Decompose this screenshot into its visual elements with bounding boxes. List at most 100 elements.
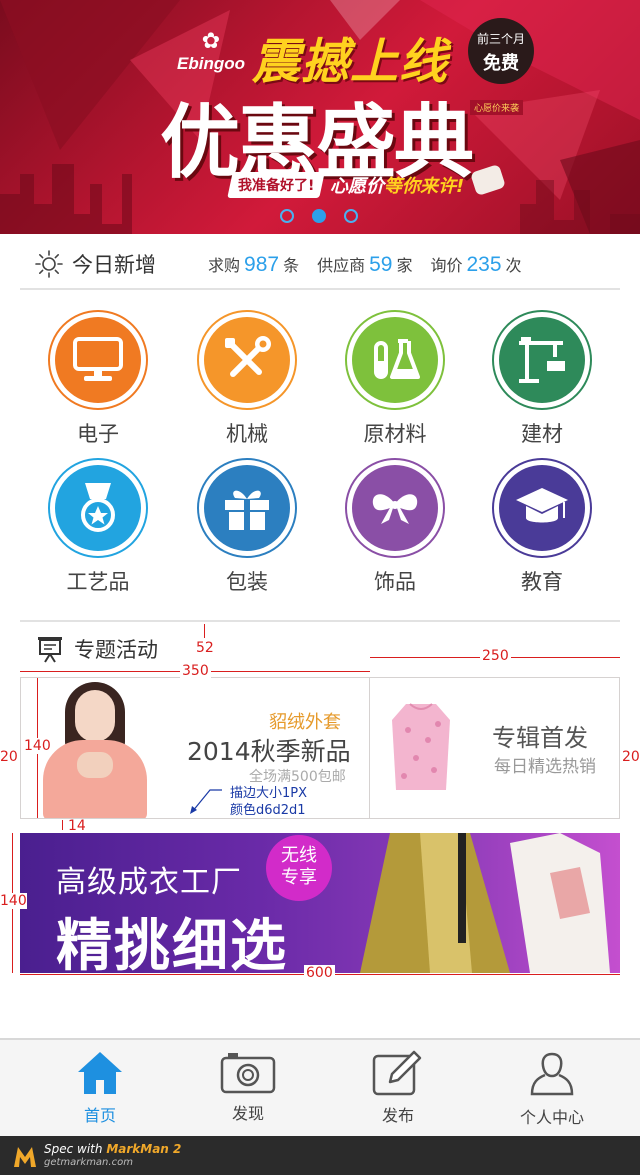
banner2-line2: 精挑细选 <box>56 914 288 973</box>
markman-logo-icon <box>14 1146 36 1167</box>
promo-card-right[interactable]: 专辑首发 每日精选热销 <box>370 677 620 819</box>
topic-header: 专题活动 <box>36 634 158 664</box>
badge-line2: 免费 <box>483 53 519 74</box>
stat-purchase[interactable]: 求购 987 条 <box>208 252 299 277</box>
tab-publish[interactable]: 发布 <box>343 1050 453 1126</box>
category-circle <box>204 317 290 403</box>
tab-label: 发现 <box>231 1104 264 1123</box>
stat-label: 询价 <box>430 255 463 275</box>
promo-banner[interactable]: ✿ Ebingoo 震撼上线 优惠盛典 前三个月 免费 心愿价来袭 我准备好了!… <box>0 0 640 234</box>
annotation-label: 20 <box>622 749 640 765</box>
bow-icon <box>372 494 418 524</box>
category-circle <box>55 317 141 403</box>
markman-credit: Spec with MarkMan 2 getmarkman.com <box>44 1142 181 1170</box>
card-subtitle: 全场满500包邮 <box>249 769 346 785</box>
model-hand <box>77 752 113 778</box>
ebingoo-logo[interactable]: ✿ Ebingoo <box>176 30 246 74</box>
category-ring <box>48 310 148 410</box>
annotation-label: 600 <box>304 965 335 981</box>
edit-icon <box>372 1050 422 1096</box>
sun-icon <box>35 250 63 278</box>
tab-profile[interactable]: 个人中心 <box>497 1050 607 1128</box>
annotation-label: 140 <box>24 738 51 754</box>
category-education[interactable]: 教育 <box>482 458 602 596</box>
stat-value: 987 <box>244 252 280 276</box>
model-face <box>75 690 115 742</box>
medal-icon <box>81 483 115 532</box>
factory-banner[interactable]: 高级成衣工厂 精挑细选 无线 专享 <box>20 833 620 973</box>
user-icon <box>530 1052 574 1096</box>
badge2-line2: 专享 <box>281 867 317 888</box>
category-circle <box>352 465 438 551</box>
card-title: 2014秋季新品 <box>187 737 351 766</box>
category-circle <box>499 317 585 403</box>
wrench-screwdriver-icon <box>225 336 271 377</box>
annotation-label: 140 <box>0 893 27 909</box>
tab-discover[interactable]: 发现 <box>193 1050 303 1124</box>
category-label: 电子 <box>77 422 119 446</box>
category-accessories[interactable]: 饰品 <box>335 458 455 596</box>
tab-home[interactable]: 首页 <box>45 1050 155 1126</box>
tab-label: 发布 <box>381 1106 414 1125</box>
stat-label: 求购 <box>208 255 241 275</box>
stroke-note-line2: 颜色d6d2d1 <box>230 803 306 818</box>
carousel-dot[interactable] <box>344 209 358 223</box>
carousel-indicator <box>280 209 358 223</box>
section-divider <box>20 620 620 622</box>
category-label: 建材 <box>521 422 563 446</box>
slogan-main-a: 心愿价 <box>330 176 384 197</box>
annotation-label: 20 <box>0 749 18 765</box>
jacket-image <box>360 833 610 973</box>
category-packaging[interactable]: 包装 <box>187 458 307 596</box>
category-ring <box>197 458 297 558</box>
carousel-dot-active[interactable] <box>312 209 326 223</box>
free-badge: 前三个月 免费 <box>468 18 534 84</box>
category-building-material[interactable]: 建材 <box>482 310 602 448</box>
bottom-tab-bar: 首页 发现 发布 个人中心 <box>0 1038 640 1136</box>
stat-label: 供应商 <box>317 255 366 275</box>
stats-title: 今日新增 <box>72 253 156 277</box>
annotation-arrow-icon <box>190 789 222 814</box>
annotation-label: 250 <box>480 648 511 664</box>
category-label: 原材料 <box>363 422 427 446</box>
wireless-exclusive-badge: 无线 专享 <box>266 835 332 901</box>
stat-value: 59 <box>369 252 393 276</box>
category-crafts[interactable]: 工艺品 <box>38 458 158 596</box>
category-electronics[interactable]: 电子 <box>38 310 158 448</box>
slogan-main: 心愿价等你来许! <box>330 172 464 198</box>
category-label: 饰品 <box>374 570 416 594</box>
category-ring <box>345 458 445 558</box>
category-circle <box>499 465 585 551</box>
annotation-line <box>204 624 205 638</box>
category-circle <box>352 317 438 403</box>
category-ring <box>492 458 592 558</box>
stat-inquiry[interactable]: 询价 235 次 <box>430 252 521 277</box>
category-label: 机械 <box>226 422 268 446</box>
camera-icon <box>220 1053 276 1094</box>
card-title: 专辑首发 <box>492 724 588 752</box>
category-label: 包装 <box>226 570 268 594</box>
category-raw-material[interactable]: 原材料 <box>335 310 455 448</box>
category-label: 教育 <box>521 570 563 594</box>
annotation-line <box>62 820 63 830</box>
slogan-ready: 我准备好了! <box>238 178 315 194</box>
card-tag: 貂绒外套 <box>269 712 341 733</box>
graduation-cap-icon <box>516 488 568 523</box>
stat-supplier[interactable]: 供应商 59 家 <box>317 252 412 277</box>
category-ring <box>492 310 592 410</box>
flask-icon <box>374 339 420 379</box>
category-circle <box>204 465 290 551</box>
category-ring <box>345 310 445 410</box>
sweater-image <box>392 703 450 790</box>
stroke-note-line1: 描边大小1PX <box>230 786 308 801</box>
card-subtitle: 每日精选热销 <box>494 757 596 777</box>
gift-icon <box>225 490 269 530</box>
carousel-dot[interactable] <box>280 209 294 223</box>
category-circle <box>55 465 141 551</box>
category-machinery[interactable]: 机械 <box>187 310 307 448</box>
home-icon <box>78 1052 122 1094</box>
markman-credit-prefix: Spec with <box>44 1141 107 1156</box>
tab-label: 首页 <box>83 1106 116 1125</box>
annotation-label: 14 <box>68 818 86 834</box>
annotation-label: 52 <box>196 640 214 656</box>
